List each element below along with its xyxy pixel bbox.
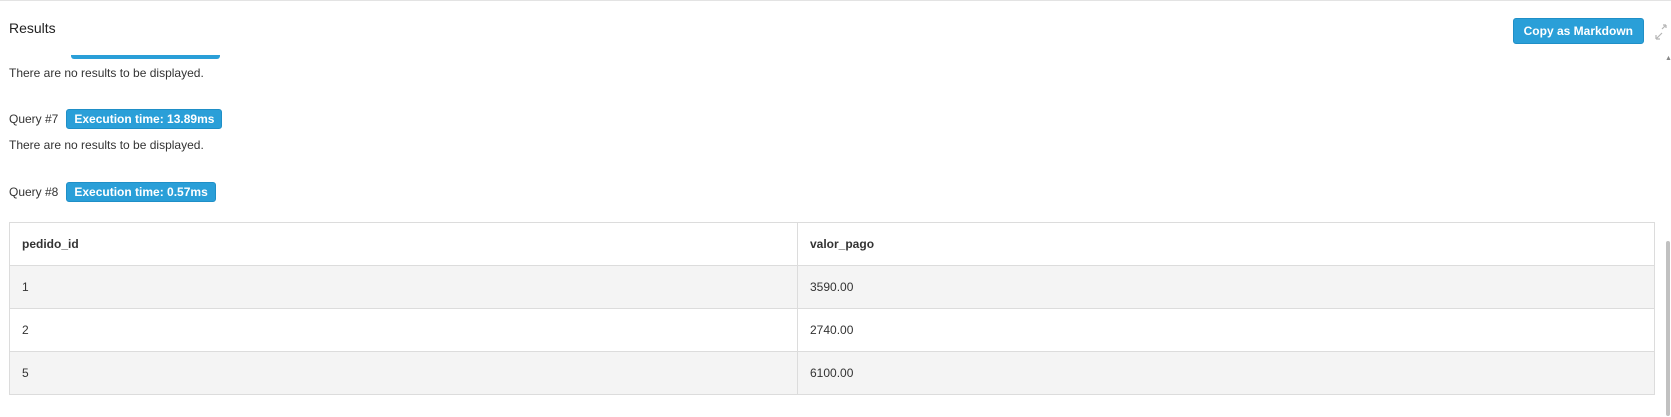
table-cell: 3590.00	[797, 265, 1655, 309]
table-header-row: pedido_id valor_pago	[9, 222, 1655, 266]
table-row: 5 6100.00	[9, 351, 1655, 395]
query-label: Query #8	[9, 185, 59, 199]
execution-time-badge: Execution time: 13.89ms	[66, 109, 223, 129]
results-table: pedido_id valor_pago 1 3590.00 2 2740.00…	[9, 222, 1655, 395]
query-header-8: Query #8 Execution time: 0.57ms	[9, 182, 216, 202]
expand-arrows-icon	[1655, 24, 1667, 40]
table-cell: 1	[9, 265, 798, 309]
copy-as-markdown-button[interactable]: Copy as Markdown	[1512, 18, 1644, 44]
column-header-valor-pago: valor_pago	[797, 222, 1655, 266]
results-panel: There are no results to be displayed. Qu…	[0, 0, 1671, 417]
scrollbar-thumb[interactable]	[1666, 241, 1670, 416]
table-cell: 6100.00	[797, 351, 1655, 395]
execution-time-badge: Execution time: 0.57ms	[66, 182, 216, 202]
no-results-message: There are no results to be displayed.	[9, 138, 204, 152]
table-cell: 2	[9, 308, 798, 352]
column-header-pedido-id: pedido_id	[9, 222, 798, 266]
query-label: Query #7	[9, 112, 59, 126]
panel-title: Results	[9, 20, 56, 36]
table-cell: 5	[9, 351, 798, 395]
table-cell: 2740.00	[797, 308, 1655, 352]
query-header-7: Query #7 Execution time: 13.89ms	[9, 109, 223, 129]
results-header: Results Copy as Markdown	[0, 1, 1671, 55]
no-results-message: There are no results to be displayed.	[9, 66, 204, 80]
expand-icon[interactable]	[1653, 23, 1669, 43]
results-scroll-area[interactable]: There are no results to be displayed. Qu…	[0, 1, 1662, 417]
table-row: 2 2740.00	[9, 308, 1655, 352]
table-row: 1 3590.00	[9, 265, 1655, 309]
scroll-up-arrow-icon[interactable]: ▲	[1665, 55, 1671, 63]
